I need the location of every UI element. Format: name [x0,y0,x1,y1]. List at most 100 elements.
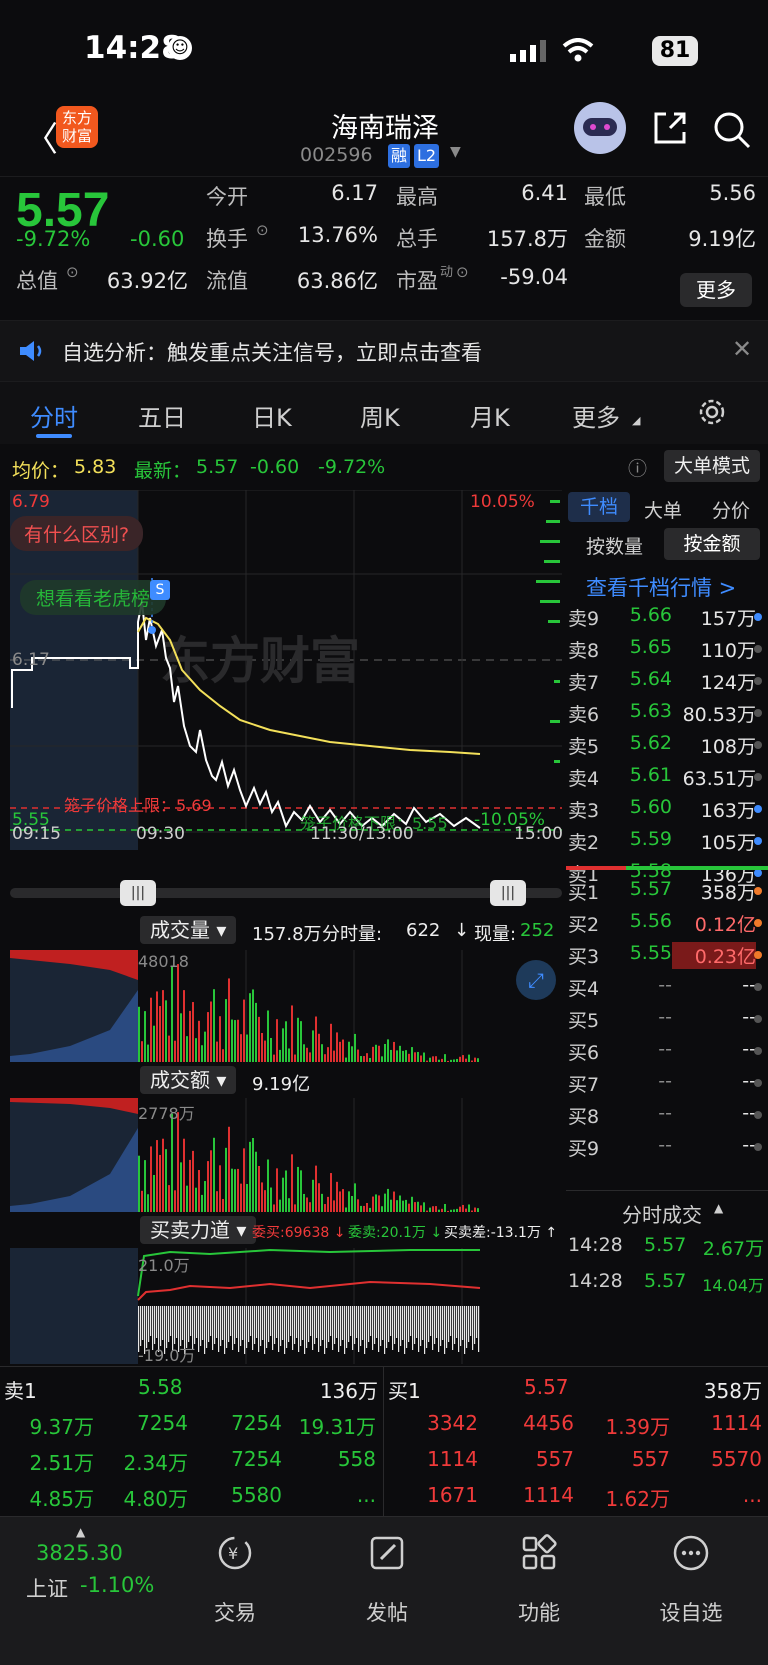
volume-bar [318,1183,320,1212]
slider-left-handle[interactable]: ||| [120,880,156,906]
volume-bar [213,989,215,1062]
intraday-chart[interactable]: 东方财富 6.79 6.17 5.55 10.05% -10.05% 笼子价格上… [10,490,563,850]
info-icon[interactable]: ⊙ [66,263,79,281]
bid-label: 买2 [568,914,600,936]
tab-monthly-k[interactable]: 月K [470,398,510,433]
force-bar [430,1306,432,1336]
more-button[interactable]: 更多 [680,273,752,307]
tab-daily-k[interactable]: 日K [252,398,292,433]
amount-chart[interactable]: 2778万 [10,1098,562,1212]
expand-icon[interactable]: ⤢ [516,960,556,1000]
amount-selector[interactable]: 成交额 ▾ [140,1066,237,1094]
close-icon[interactable]: ✕ [732,335,752,363]
volume-bar [231,1019,233,1062]
force-bar [324,1306,326,1354]
amount-total: 9.19亿 [252,1074,311,1095]
force-bar [388,1306,390,1342]
ask-row[interactable]: 卖2 5.59 105万 [566,824,768,858]
signal-marker[interactable]: S [150,580,170,600]
tab-intraday[interactable]: 分时 [30,398,78,433]
force-bar [216,1306,218,1338]
info-icon[interactable]: ⊙ [256,221,269,239]
nav-functions[interactable]: 功能 [484,1533,594,1625]
nav-add-watchlist[interactable]: 设自选 [636,1533,746,1625]
force-bar [176,1306,178,1338]
big-order-mode-button[interactable]: 大单模式 [664,450,760,482]
bid-row[interactable]: 买6 -- -- [566,1034,768,1068]
force-bar [436,1306,438,1338]
volume-bar [363,1056,365,1062]
search-icon[interactable] [712,110,752,150]
ask-row[interactable]: 卖6 5.63 80.53万 [566,696,768,730]
volume-bar [333,1050,335,1062]
average-price-row: 均价： 5.83 最新： 5.57 -0.60 -9.72% ⓘ 大单模式 [0,450,768,486]
robot-assistant-icon[interactable] [574,102,626,154]
minute-volume-label: 分时量: [322,924,383,945]
nav-post[interactable]: 发帖 [332,1533,442,1625]
bid-row[interactable]: 买3 5.55 0.23亿 [566,938,768,972]
tab-price-split[interactable]: 分价 [712,496,750,523]
force-bar [238,1306,240,1352]
open-value: 6.17 [331,181,378,205]
tab-weekly-k[interactable]: 周K [360,398,400,433]
volume-bar [168,1035,170,1062]
tick-row: 14:28 5.57 14.04万 [566,1266,768,1300]
bid-row[interactable]: 买4 -- -- [566,970,768,1004]
force-bar [312,1306,314,1350]
time-label: 09:30 [136,824,185,844]
bid-row[interactable]: 买8 -- -- [566,1098,768,1132]
volume-bar [375,1044,377,1062]
ask-volume: 105万 [700,832,756,854]
ask-row[interactable]: 卖8 5.65 110万 [566,632,768,666]
chevron-down-icon[interactable]: ▼ [450,144,461,160]
bid-row[interactable]: 买5 -- -- [566,1002,768,1036]
tab-big-orders[interactable]: 大单 [644,496,682,523]
by-quantity-tab[interactable]: 按数量 [586,532,643,559]
ask-row[interactable]: 卖4 5.61 63.51万 [566,760,768,794]
force-selector[interactable]: 买卖力道 ▾ [140,1216,257,1244]
nav-trade[interactable]: ¥ 交易 [180,1533,290,1625]
ask-row[interactable]: 卖3 5.60 163万 [566,792,768,826]
bid-row[interactable]: 买7 -- -- [566,1066,768,1100]
force-bar [318,1306,320,1352]
ask-row[interactable]: 卖7 5.64 124万 [566,664,768,698]
volume-bar [318,1033,320,1062]
chat-bubble[interactable]: 想看看老虎榜 [20,580,167,615]
slider-right-handle[interactable]: ||| [490,880,526,906]
volume-chart[interactable]: 48018 ⤢ [10,950,562,1062]
force-bar [198,1306,200,1352]
tick-trades-header[interactable]: 分时成交 ▲ [566,1190,768,1227]
tab-thousand-level[interactable]: 千档 [568,492,630,522]
bid-row[interactable]: 买9 -- -- [566,1130,768,1164]
force-bar [326,1306,328,1348]
force-chart[interactable]: 21.0万 -19.0万 [10,1248,562,1365]
ask-row[interactable]: 卖5 5.62 108万 [566,728,768,762]
sell-queue-cell: 7254 [231,1411,282,1435]
ask-row[interactable]: 卖9 5.66 157万 [566,600,768,634]
volume-selector[interactable]: 成交量 ▾ [140,916,237,944]
ask-label: 卖3 [568,800,600,822]
bid-row[interactable]: 买1 5.57 358万 [566,874,768,908]
volume-bar [465,1208,467,1212]
volume-bar [150,997,152,1062]
tab-more[interactable]: 更多 [572,398,620,433]
chat-bubble[interactable]: 有什么区别? [10,516,144,551]
by-amount-tab[interactable]: 按金额 [664,528,760,560]
info-icon[interactable]: ⊙ [456,263,469,281]
help-icon[interactable]: ⓘ [628,454,647,481]
volume-bar [453,1209,455,1212]
gear-icon[interactable] [696,396,728,428]
time-range-slider[interactable] [10,888,562,898]
stock-header: 〈 东方 财富 海南瑞泽 002596 融 L2 ▼ [0,100,768,176]
sell-queue-cell: 7254 [231,1447,282,1471]
volume-max: 48018 [138,952,189,971]
bid-row[interactable]: 买2 5.56 0.12亿 [566,906,768,940]
index-ticker[interactable]: ▲ 3825.30 上证 -1.10% [10,1525,180,1605]
back-icon[interactable]: 〈 [24,112,58,161]
tab-five-day[interactable]: 五日 [138,398,186,433]
view-levels-link[interactable]: 查看千档行情 > [586,572,736,602]
notice-bar[interactable]: 自选分析：触发重点关注信号，立即点击查看 ✕ [0,320,768,382]
force-bar [180,1306,182,1346]
force-bar [196,1306,198,1338]
share-icon[interactable] [652,110,688,146]
